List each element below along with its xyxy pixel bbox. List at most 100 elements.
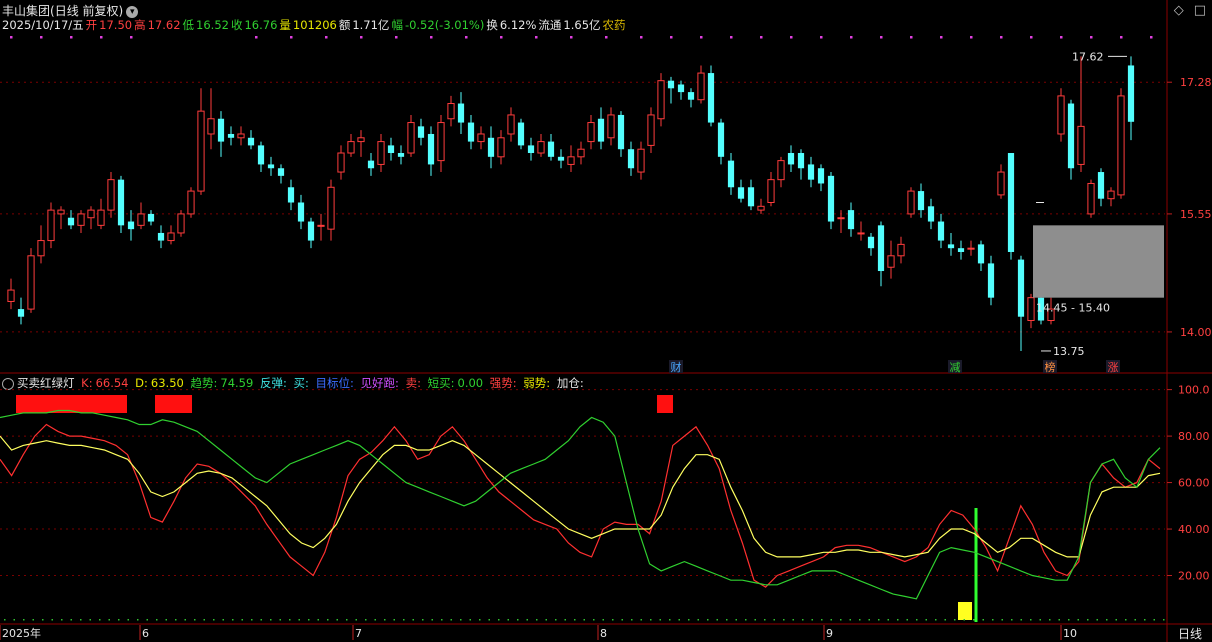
signal-dot [290,36,293,39]
indicator-tick-label: 80.00 [1178,430,1210,443]
candle [807,156,815,188]
candle-body [17,309,25,317]
baseline-dot [792,619,794,621]
sell-signal-block [155,395,192,413]
baseline-dot [1087,619,1089,621]
signal-dot [1150,36,1153,39]
candle-body [807,164,815,180]
candle-body [437,122,445,162]
candle [657,73,665,127]
signal-dot [570,36,573,39]
candle-body [607,114,615,139]
signal-dot [605,36,608,39]
baseline-dot [811,619,813,621]
candle [767,172,775,207]
baseline-dot [1058,619,1060,621]
candle [267,156,275,176]
candle [27,248,35,313]
candle-body [867,236,875,249]
signal-dot [500,36,503,39]
candle-body [637,148,645,173]
baseline-dot [735,619,737,621]
baseline-dot [346,619,348,621]
baseline-dot [241,619,243,621]
signal-dot [325,36,328,39]
candle-body [237,133,245,139]
candle-body [297,202,305,222]
candle [797,149,805,180]
signal-dot [790,36,793,39]
candle-body [577,148,585,158]
baseline-dot [1125,619,1127,621]
candle [187,187,195,218]
candle-body [1057,95,1065,135]
candle-body [287,187,295,203]
candle-body [1087,182,1095,215]
baseline-dot [526,619,528,621]
low-marker-label: 13.75 [1053,345,1085,358]
price-tick-label: 17.28 [1180,76,1212,89]
baseline-dot [640,619,642,621]
candle-body [107,179,115,211]
candle-body [367,160,375,169]
candle-body [77,213,85,226]
candle-body [767,179,775,203]
baseline-dot [203,619,205,621]
candle-body [597,118,605,142]
candle-body [507,114,515,135]
candle-body [347,141,355,154]
baseline-dot [165,619,167,621]
chart-canvas[interactable]: 17.28 15.55 14.00 100.0 80.00 60.00 40.00 20.00… [0,0,1212,642]
candle [447,95,455,127]
candle [707,65,715,127]
candle [207,88,215,150]
candle [557,149,565,169]
baseline-dot [460,619,462,621]
candle-body [847,210,855,230]
candle [927,198,935,230]
candle [177,210,185,237]
candle-body [1067,103,1075,169]
baseline-dot [973,619,975,621]
candle-body [1127,65,1135,122]
candle [297,194,305,230]
candle [1087,179,1095,218]
baseline-dot [859,619,861,621]
baseline-dot [99,619,101,621]
candle [347,133,355,157]
candle-body [647,114,655,146]
candle [907,187,915,218]
candle [157,225,165,249]
event-tag-label: 榜 [1045,360,1056,374]
event-tag: 减 [948,360,962,374]
candle-body [357,137,365,143]
baseline-dot [1068,619,1070,621]
baseline-dot [821,619,823,621]
candle [477,126,485,150]
baseline-dot [213,619,215,621]
sell-signal-block [657,395,673,413]
annotation-layer: 14.45 - 15.40 17.62 13.75 财 减 榜 涨 [10,36,1164,374]
candle [877,221,885,287]
candle-body [397,153,405,157]
candle-body [217,118,225,142]
indicator-tick-label: 100.0 [1178,384,1210,397]
candle-body [387,145,395,154]
candle-body [137,213,145,226]
candle [817,164,825,192]
baseline-dot [403,619,405,621]
candle-body [827,175,835,222]
candle-body [537,141,545,154]
baseline-dot [137,619,139,621]
indicator-line [0,435,1161,558]
candle [857,221,865,241]
baseline-dot [1144,619,1146,621]
baseline-dot [659,619,661,621]
candle-body [817,168,825,184]
baseline-dot [450,619,452,621]
candle [327,179,335,241]
baseline-dot [650,619,652,621]
candle [787,145,795,173]
price-tick-label: 14.00 [1180,326,1212,339]
candle [627,141,635,176]
